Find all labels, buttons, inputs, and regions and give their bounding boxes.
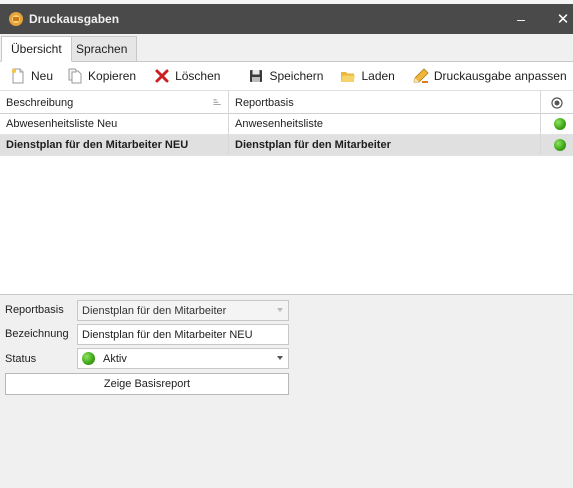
column-header-reportbasis[interactable]: Reportbasis [229,91,541,114]
status-active-icon [82,352,95,365]
status-value: Aktiv [103,352,127,365]
cell-beschreibung: Dienstplan für den Mitarbeiter NEU [0,135,229,155]
status-active-icon [554,139,566,151]
delete-icon [155,69,169,83]
new-button-label: Neu [31,69,54,83]
cell-reportbasis: Anwesenheitsliste [229,114,541,134]
close-button[interactable]: ✕ [548,4,573,34]
save-button[interactable]: Speichern [243,65,328,87]
reportbasis-label: Reportbasis [5,304,64,316]
new-document-icon [11,68,24,84]
cell-reportbasis: Dienstplan für den Mitarbeiter [229,135,541,155]
save-icon [250,70,263,82]
edit-pencil-icon [413,68,429,83]
output-grid: Beschreibung Reportbasis Abwesenheitslis… [0,90,573,295]
window-title: Druckausgaben [29,12,120,26]
grid-header: Beschreibung Reportbasis [0,90,573,114]
radio-icon [551,96,563,109]
table-row-selected[interactable]: Dienstplan für den Mitarbeiter NEU Diens… [0,135,573,156]
toolbar: Neu Kopieren Löschen Speichern Laden Dru… [0,62,573,90]
minimize-button[interactable]: – [506,4,536,34]
reportbasis-value: Dienstplan für den Mitarbeiter [82,304,227,317]
column-header-beschreibung[interactable]: Beschreibung [0,91,229,114]
status-active-icon [554,118,566,130]
customize-output-label: Druckausgabe anpassen [433,69,567,83]
show-base-report-button[interactable]: Zeige Basisreport [5,373,289,395]
sort-icon [213,99,221,105]
new-button[interactable]: Neu [5,65,58,87]
chevron-down-icon [277,308,283,312]
bezeichnung-value: Dienstplan für den Mitarbeiter NEU [82,328,253,341]
copy-button[interactable]: Kopieren [62,65,141,87]
title-bar: Druckausgaben – ✕ [0,4,573,34]
column-header-status[interactable] [541,91,573,114]
customize-output-button[interactable]: Druckausgabe anpassen [408,65,572,87]
tab-uebersicht[interactable]: Übersicht [1,36,72,62]
tab-sprachen[interactable]: Sprachen [67,36,138,62]
status-label: Status [5,353,37,365]
load-button-label: Laden [361,69,395,83]
bezeichnung-field[interactable]: Dienstplan für den Mitarbeiter NEU [77,324,289,345]
cell-beschreibung: Abwesenheitsliste Neu [0,114,229,134]
chevron-down-icon [277,356,283,360]
cell-status [541,135,573,155]
status-select[interactable]: Aktiv [77,348,289,369]
reportbasis-select: Dienstplan für den Mitarbeiter [77,300,289,321]
table-row[interactable]: Abwesenheitsliste Neu Anwesenheitsliste [0,114,573,135]
printer-app-icon [9,12,23,26]
copy-icon [68,68,82,84]
load-button[interactable]: Laden [335,65,399,87]
delete-button[interactable]: Löschen [149,65,225,87]
bezeichnung-label: Bezeichnung [5,328,69,340]
cell-status [541,114,573,134]
tab-bar: Übersicht Sprachen [0,34,573,62]
folder-open-icon [341,72,356,82]
delete-button-label: Löschen [175,69,221,83]
copy-button-label: Kopieren [88,69,137,83]
save-button-label: Speichern [269,69,324,83]
